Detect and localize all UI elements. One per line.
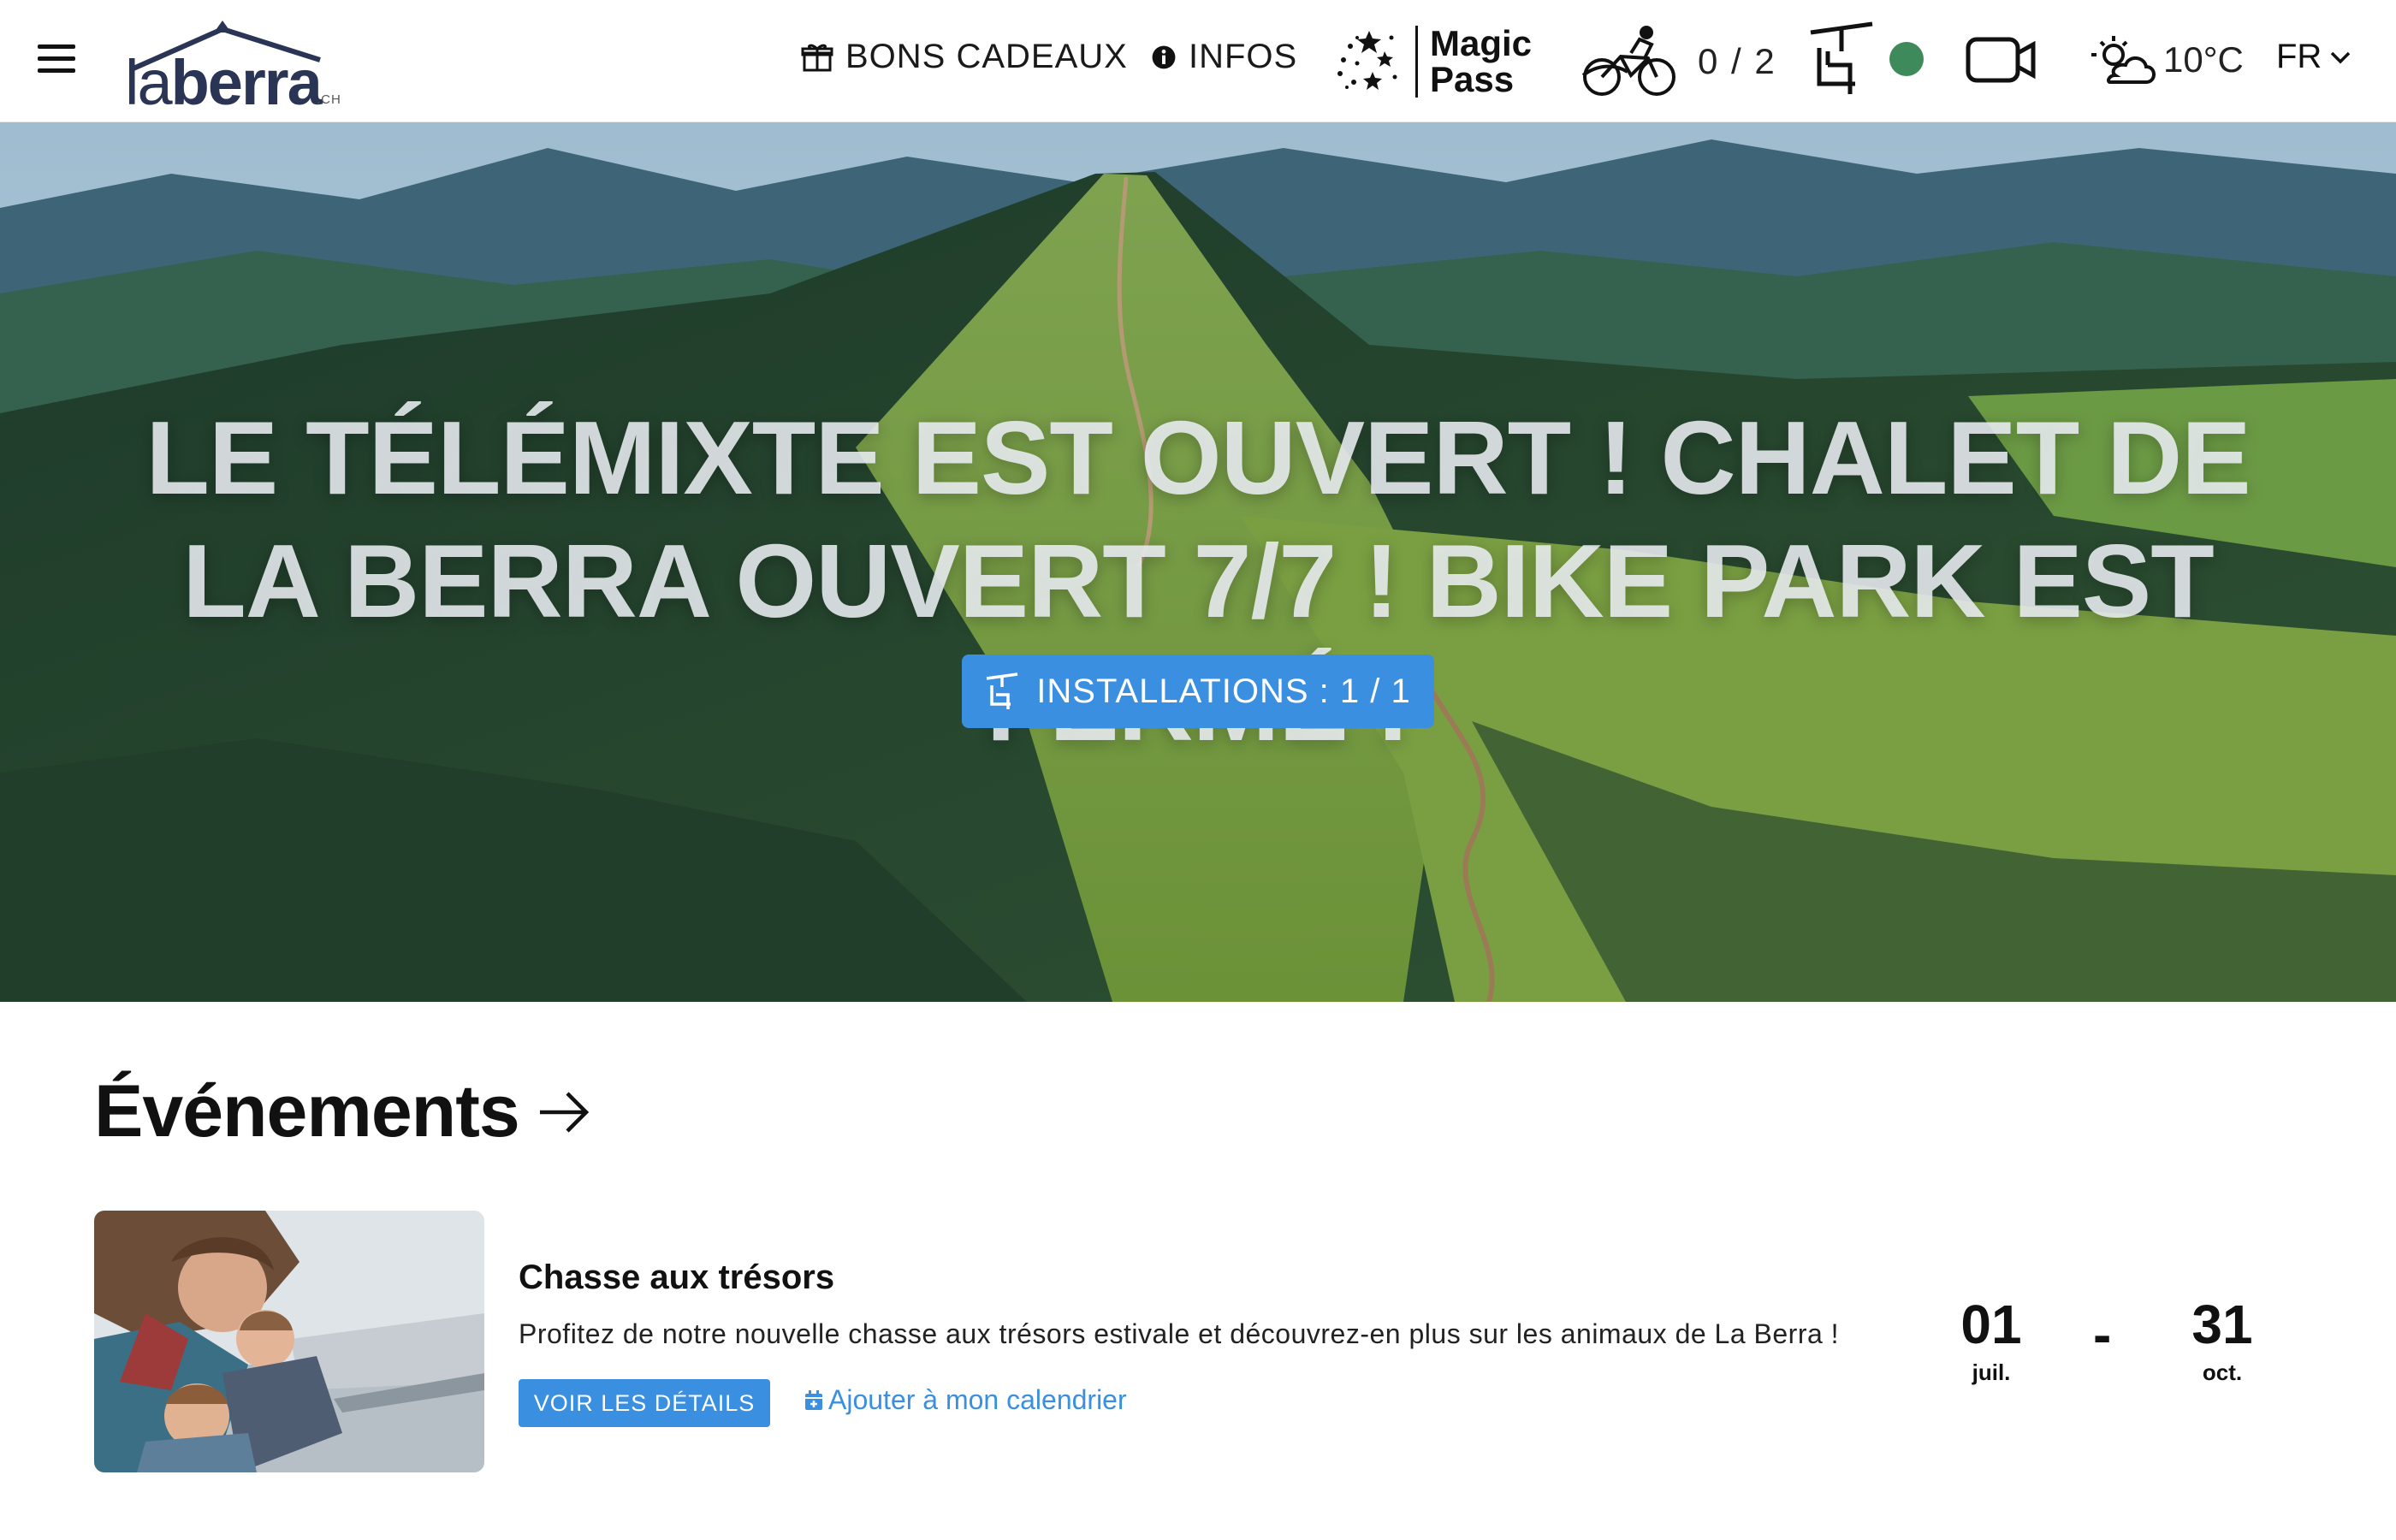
mountain-bike-icon (1581, 26, 1675, 96)
installations-label: INSTALLATIONS : 1 / 1 (1036, 672, 1411, 710)
weather-cloud-sun-icon (2091, 36, 2156, 84)
chairlift-icon (1810, 21, 1873, 94)
weather-temperature: 10°C (2163, 39, 2244, 80)
infos-label: INFOS (1189, 38, 1298, 75)
arrow-right-icon (539, 1091, 589, 1133)
webcam-link[interactable] (1965, 34, 2037, 90)
bike-park-count: 0 / 2 (1698, 41, 1776, 81)
chevron-down-icon (2331, 51, 2351, 63)
webcam-icon (1966, 37, 2036, 83)
infos-link[interactable]: INFOS (1151, 38, 1297, 76)
event-end-date: 31 oct. (2175, 1294, 2269, 1386)
logo-suffix: .CH (317, 92, 341, 107)
event-card: Chasse aux trésors Profitez de notre nou… (94, 1211, 2319, 1472)
calendar-plus-icon (805, 1389, 822, 1410)
magic-pass-divider (1415, 26, 1418, 98)
event-date-separator: - (2093, 1304, 2112, 1365)
events-heading-link[interactable]: Événements (94, 1069, 591, 1154)
event-start-month: juil. (1972, 1359, 2011, 1385)
events-heading: Événements (94, 1070, 520, 1152)
event-image[interactable] (94, 1211, 484, 1472)
language-label: FR (2276, 38, 2322, 75)
installations-button[interactable]: INSTALLATIONS : 1 / 1 (962, 654, 1434, 728)
add-to-calendar-link[interactable]: Ajouter à mon calendrier (804, 1384, 1127, 1416)
gift-vouchers-label: BONS CADEAUX (845, 38, 1128, 75)
magic-pass-stars-icon (1337, 31, 1397, 90)
event-title: Chasse aux trésors (519, 1259, 835, 1296)
lifts-status[interactable] (1807, 21, 1924, 98)
event-description: Profitez de notre nouvelle chasse aux tr… (519, 1318, 1840, 1349)
site-header: laberra .CH BONS CADEAUX INFOS Magic Pas… (0, 0, 2396, 122)
event-start-date: 01 juil. (1944, 1294, 2038, 1386)
event-start-day: 01 (1960, 1294, 2022, 1355)
weather-widget[interactable]: 10°C (2085, 33, 2244, 87)
lifts-status-indicator (1889, 42, 1924, 76)
event-photo (94, 1211, 484, 1472)
site-logo[interactable]: laberra .CH (125, 10, 347, 115)
add-to-calendar-label: Ajouter à mon calendrier (828, 1384, 1127, 1415)
logo-wordmark: laberra (125, 47, 323, 118)
bike-park-status[interactable]: 0 / 2 (1580, 22, 1776, 101)
info-icon (1152, 45, 1176, 68)
event-end-day: 31 (2191, 1294, 2253, 1355)
gift-vouchers-link[interactable]: BONS CADEAUX (801, 38, 1128, 76)
chairlift-icon (987, 672, 1018, 709)
magic-pass-link[interactable]: Magic Pass (1331, 21, 1537, 103)
event-end-month: oct. (2202, 1359, 2243, 1385)
gift-icon (801, 44, 833, 71)
hero-banner: LE TÉLÉMIXTE EST OUVERT ! CHALET DE LA B… (0, 122, 2396, 1002)
magic-pass-wordmark: Magic Pass (1430, 23, 1533, 99)
language-selector[interactable]: FR (2276, 38, 2352, 76)
view-details-button[interactable]: VOIR LES DÉTAILS (519, 1379, 770, 1427)
menu-icon[interactable] (38, 44, 75, 75)
